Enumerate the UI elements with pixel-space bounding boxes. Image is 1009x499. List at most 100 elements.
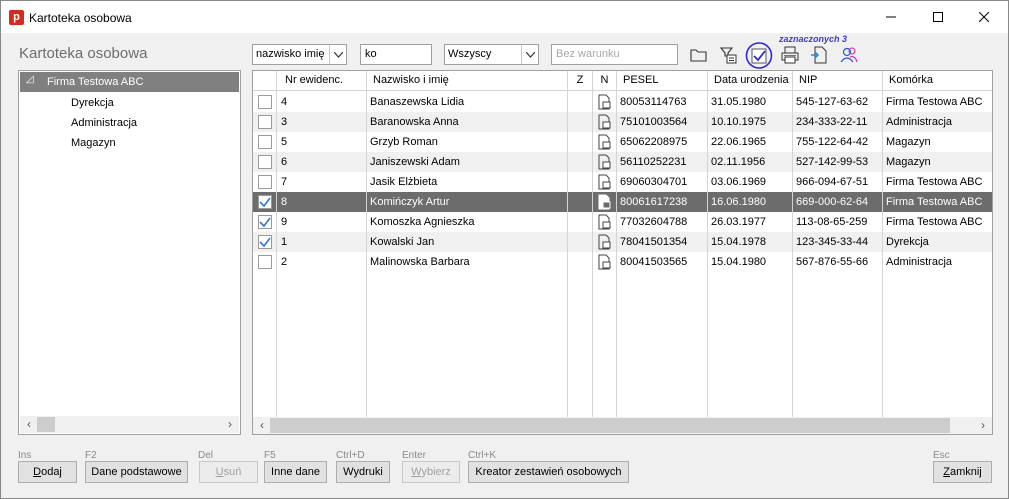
close-icon [979,12,989,22]
cell-pesel: 75101003564 [620,116,688,128]
header-pesel[interactable]: PESEL [617,71,708,91]
cell-dob: 22.06.1965 [711,136,767,148]
column-divider [792,91,793,434]
row-checkbox[interactable] [258,135,272,149]
header-checkbox-column [253,71,277,91]
tree-item-root[interactable]: ◿ Firma Testowa ABC [20,72,239,92]
grid-horizontal-scrollbar[interactable]: ‹ › [253,417,992,434]
cell-dob: 15.04.1980 [711,256,767,268]
cell-dob: 26.03.1977 [711,216,767,228]
row-checkbox[interactable] [258,235,272,249]
cell-name: Janiszewski Adam [370,156,460,168]
filter-combo[interactable]: Wszyscy [444,44,539,65]
tree-item-magazyn[interactable]: Magazyn [71,137,116,149]
scroll-thumb[interactable] [270,418,950,433]
export-document-icon[interactable] [809,45,829,65]
row-checkbox[interactable] [258,215,272,229]
cell-pesel: 80053114763 [620,96,687,108]
prints-button[interactable]: Wydruki [336,461,390,483]
row-checkbox[interactable] [258,195,272,209]
basic-data-button[interactable]: Dane podstawowe [85,461,188,483]
button-label-rest: odaj [41,466,62,478]
search-input-value: ko [365,48,377,60]
cell-n [593,92,616,112]
column-divider [707,91,708,434]
scroll-right-icon[interactable]: › [975,419,991,432]
document-icon[interactable] [597,114,612,130]
search-input[interactable]: ko [360,44,432,65]
hotkey-label: Del [198,450,214,461]
row-checkbox[interactable] [258,95,272,109]
cell-nr: 3 [281,116,288,128]
column-divider [592,91,593,434]
hotkey-label: F5 [264,450,276,461]
header-dept[interactable]: Komórka [883,71,992,91]
chevron-down-icon [329,45,346,64]
tree-item-dyrekcja[interactable]: Dyrekcja [71,97,114,109]
cell-dob: 31.05.1980 [711,96,767,108]
column-divider [567,91,568,434]
close-window-button[interactable]: Zamknij [933,461,992,483]
report-wizard-button[interactable]: Kreator zestawień osobowych [468,461,629,483]
tree-item-administracja[interactable]: Administracja [71,117,137,129]
maximize-icon [933,12,943,22]
document-icon[interactable] [597,174,612,190]
employee-grid[interactable]: Nr ewidenc. Nazwisko i imię Z N PESEL Da… [252,70,993,435]
folder-icon[interactable] [689,45,709,65]
filter-list-icon[interactable] [719,45,739,65]
document-icon[interactable] [597,214,612,230]
select-button[interactable]: Wybierz [402,461,460,483]
scroll-left-icon[interactable]: ‹ [21,418,37,431]
add-button[interactable]: Dodaj [18,461,77,483]
cell-name: Banaszewska Lidia [370,96,465,108]
department-tree[interactable]: ◿ Firma Testowa ABC Dyrekcja Administrac… [18,70,241,435]
header-dob[interactable]: Data urodzenia [708,71,793,91]
cell-nip: 545-127-63-62 [796,96,869,108]
other-data-button[interactable]: Inne dane [264,461,327,483]
document-icon[interactable] [597,154,612,170]
cell-dept: Administracja [886,116,953,128]
row-checkbox[interactable] [258,155,272,169]
document-icon[interactable] [597,194,612,210]
cell-pesel: 69060304701 [620,176,688,188]
sort-combo[interactable]: nazwisko imię [252,44,347,65]
document-icon[interactable] [597,234,612,250]
document-icon[interactable] [597,134,612,150]
document-icon[interactable] [597,254,612,270]
header-nr[interactable]: Nr ewidenc. [277,71,367,91]
users-icon[interactable] [839,45,859,65]
tree-expander-icon[interactable]: ◿ [26,74,34,85]
column-divider [366,91,367,434]
header-nip[interactable]: NIP [793,71,883,91]
scroll-left-icon[interactable]: ‹ [254,419,270,432]
scroll-thumb[interactable] [37,417,55,432]
cell-name: Baranowska Anna [370,116,459,128]
condition-input[interactable]: Bez warunku [551,44,678,65]
cell-pesel: 56110252231 [620,156,687,168]
cell-n [593,112,616,132]
maximize-button[interactable] [915,1,961,33]
printer-icon[interactable] [780,45,800,65]
row-checkbox[interactable] [258,115,272,129]
cell-dob: 15.04.1978 [711,236,767,248]
header-z[interactable]: Z [568,71,593,91]
close-button[interactable] [961,1,1007,33]
chevron-down-icon [521,45,538,64]
document-icon[interactable] [597,94,612,110]
select-checked-button[interactable] [745,42,773,69]
cell-dob: 02.11.1956 [711,156,766,168]
tree-horizontal-scrollbar[interactable]: ‹ › [20,416,239,433]
hotkey-label: Ctrl+D [336,450,365,461]
column-divider [616,91,617,434]
minimize-button[interactable] [868,1,914,33]
header-n[interactable]: N [593,71,617,91]
row-checkbox[interactable] [258,255,272,269]
row-checkbox[interactable] [258,175,272,189]
scroll-right-icon[interactable]: › [222,418,238,431]
cell-pesel: 80041503565 [620,256,688,268]
cell-nip: 234-333-22-11 [796,116,868,128]
condition-placeholder: Bez warunku [556,48,620,60]
header-name[interactable]: Nazwisko i imię [367,71,568,91]
delete-button[interactable]: Usuń [199,461,258,483]
sort-combo-value: nazwisko imię [256,48,325,60]
